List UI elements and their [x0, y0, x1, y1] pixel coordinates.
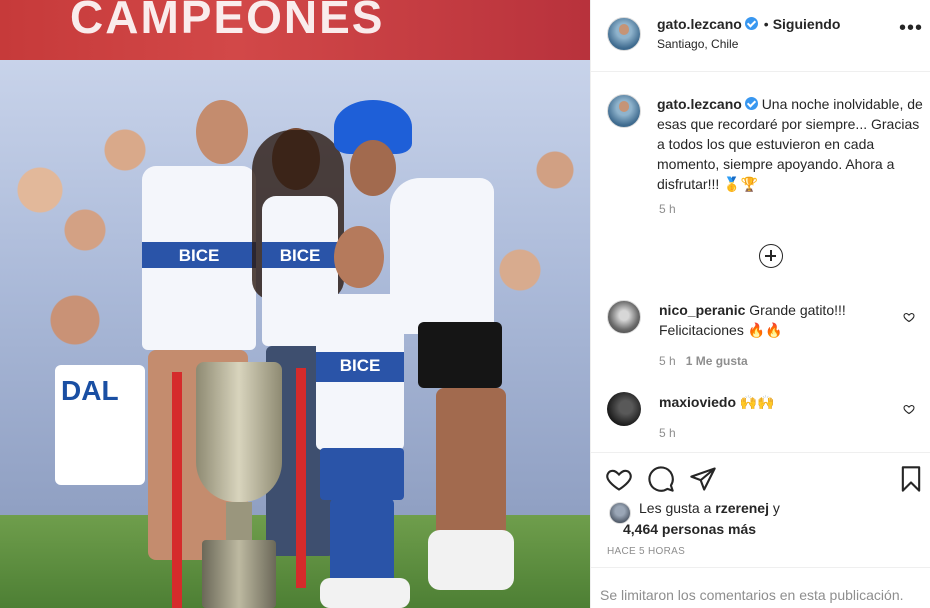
photo-sign-text: DAL: [61, 375, 119, 406]
comment-body: 🙌🙌: [739, 394, 775, 410]
comment-meta: 5 h: [659, 426, 676, 440]
photo-shirt-text: BICE: [279, 246, 321, 265]
post-side-panel: gato.lezcano • Siguiendo Santiago, Chile •…: [590, 0, 930, 608]
photo-sneakers: [428, 530, 514, 590]
photo-person-head: [334, 226, 384, 288]
photo-trophy: [196, 362, 282, 608]
photo-banner-text: CAMPEONES: [70, 0, 385, 43]
photo-sneakers: [320, 578, 410, 608]
photo-ribbon: [296, 368, 306, 588]
comment-time[interactable]: 5 h: [659, 426, 676, 440]
photo-person-shorts: [418, 322, 502, 388]
commenter-avatar[interactable]: [607, 392, 641, 426]
photo-person-shorts: [320, 448, 404, 500]
author-avatar[interactable]: [607, 17, 641, 51]
separator-dot: •: [763, 16, 769, 32]
comment-meta: 5 h 1 Me gusta: [659, 354, 748, 368]
comment-icon[interactable]: [647, 465, 675, 493]
photo-person-legs: [330, 498, 394, 588]
photo-person-head: [350, 140, 396, 196]
header-line: gato.lezcano • Siguiendo: [657, 16, 840, 32]
heart-icon[interactable]: [903, 403, 915, 415]
limited-notice-text: Se limitaron los comentarios en esta pub…: [600, 587, 904, 603]
commenter-avatar[interactable]: [607, 300, 641, 334]
load-more-icon[interactable]: [759, 244, 783, 268]
likes-prefix: Les gusta a: [639, 500, 712, 516]
comment-username[interactable]: maxioviedo: [659, 394, 736, 410]
caption-username[interactable]: gato.lezcano: [657, 96, 742, 112]
likes-joiner: y: [772, 500, 780, 516]
verified-icon: [744, 97, 758, 110]
comment-time[interactable]: 5 h: [659, 354, 676, 368]
photo-person-head: [196, 100, 248, 164]
more-icon[interactable]: •••: [899, 18, 923, 44]
likes-line: Les gusta a rzerenej y: [639, 500, 780, 516]
post-timestamp[interactable]: HACE 5 HORAS: [607, 546, 685, 557]
photo-shirt-text: BICE: [339, 356, 381, 375]
bookmark-icon[interactable]: [897, 465, 925, 493]
photo-person-shirt: BICE: [316, 294, 404, 450]
location-link[interactable]: Santiago, Chile: [657, 37, 738, 51]
comment-text: maxioviedo 🙌🙌: [659, 392, 899, 412]
post-photo[interactable]: CAMPEONES DAL BICE BICE BICE: [0, 0, 590, 608]
liker-username[interactable]: rzerenej: [715, 500, 769, 516]
share-icon[interactable]: [689, 465, 717, 493]
comment-username[interactable]: nico_peranic: [659, 302, 745, 318]
photo-ribbon: [172, 372, 182, 608]
post-header: gato.lezcano • Siguiendo Santiago, Chile •…: [591, 0, 930, 72]
likes-count[interactable]: 4,464 personas más: [623, 521, 756, 537]
heart-icon[interactable]: [605, 465, 633, 493]
photo-sign: DAL: [55, 365, 145, 485]
author-username[interactable]: gato.lezcano: [657, 16, 742, 32]
caption-text: gato.lezcano Una noche inolvidable, de e…: [657, 94, 927, 194]
comment-likes[interactable]: 1 Me gusta: [686, 354, 748, 368]
caption-time[interactable]: 5 h: [659, 202, 676, 216]
caption-author-avatar[interactable]: [607, 94, 641, 128]
photo-person-shirt: [390, 178, 494, 334]
comment-text: nico_peranic Grande gatito!!! Felicitaci…: [659, 300, 899, 340]
heart-icon[interactable]: [903, 311, 915, 323]
comments-limited-notice: Se limitaron los comentarios en esta pub…: [591, 567, 930, 608]
photo-person-shirt: BICE: [142, 166, 256, 350]
following-button[interactable]: Siguiendo: [773, 16, 841, 32]
photo-shirt-text: BICE: [178, 246, 220, 265]
verified-icon: [744, 17, 758, 30]
